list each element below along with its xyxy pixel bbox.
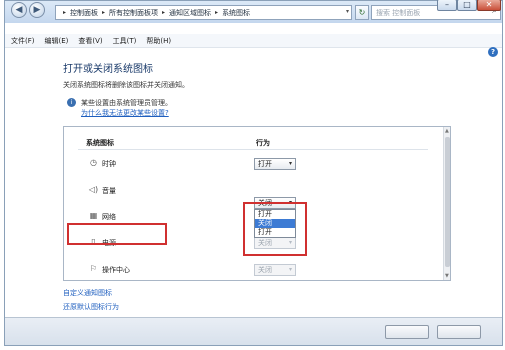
minimize-button[interactable]: – bbox=[437, 0, 457, 11]
scroll-down-icon[interactable]: ▼ bbox=[445, 273, 449, 279]
chevron-down-icon: ▾ bbox=[288, 199, 292, 206]
action-center-behavior-select: 关闭 ▾ bbox=[254, 264, 296, 276]
menu-tools[interactable]: 工具(T) bbox=[113, 36, 137, 46]
back-button[interactable]: ◀ bbox=[11, 2, 27, 18]
chevron-down-icon: ▾ bbox=[288, 160, 292, 167]
breadcrumb-separator-icon: ▸ bbox=[162, 9, 166, 16]
chevron-down-icon: ▾ bbox=[288, 239, 292, 246]
dropdown-option-off[interactable]: 关闭 bbox=[255, 219, 295, 228]
power-icon: ▯ bbox=[91, 237, 96, 246]
breadcrumb-root-icon: ▸ bbox=[63, 9, 67, 16]
column-header-system-icon: 系统图标 bbox=[86, 139, 114, 147]
clock-behavior-select[interactable]: 打开 ▾ bbox=[254, 158, 296, 170]
refresh-button[interactable]: ↻ bbox=[355, 5, 369, 20]
power-behavior-select: 关闭 ▾ bbox=[254, 237, 296, 249]
scroll-up-icon[interactable]: ▲ bbox=[445, 128, 449, 134]
clock-behavior-value: 打开 bbox=[258, 160, 272, 168]
menu-bar: 文件(F) 编辑(E) 查看(V) 工具(T) 帮助(H) bbox=[5, 34, 502, 48]
address-dropdown-icon[interactable]: ▾ bbox=[346, 8, 349, 15]
action-center-behavior-value: 关闭 bbox=[258, 266, 272, 274]
breadcrumb-item[interactable]: 通知区域图标 bbox=[169, 8, 211, 18]
row-label-volume: 音量 bbox=[102, 187, 116, 195]
control-panel-window: ◀ ▶ ▸ 控制面板 ▸ 所有控制面板项 ▸ 通知区域图标 ▸ 系统图标 ▾ ↻… bbox=[4, 0, 503, 346]
system-icons-list: 系统图标 行为 ◷ 时钟 打开 ▾ ◁) 音量 关闭 ▾ 打开 关闭 打开 ▦ … bbox=[63, 126, 451, 281]
row-label-clock: 时钟 bbox=[102, 160, 116, 168]
page-title: 打开或关闭系统图标 bbox=[63, 64, 153, 75]
main-content: 打开或关闭系统图标 关闭系统图标将删除该图标并关闭通知。 i 某些设置由系统管理… bbox=[5, 48, 502, 318]
row-label-power: 电源 bbox=[102, 239, 116, 247]
menu-view[interactable]: 查看(V) bbox=[78, 36, 102, 46]
dropdown-option-on[interactable]: 打开 bbox=[255, 210, 295, 219]
bottom-button-bar bbox=[5, 317, 502, 345]
maximize-button[interactable]: □ bbox=[457, 0, 477, 11]
volume-behavior-dropdown[interactable]: 打开 关闭 打开 bbox=[254, 209, 296, 238]
admin-shield-icon: i bbox=[67, 98, 76, 107]
clock-icon: ◷ bbox=[90, 158, 97, 167]
power-behavior-value: 关闭 bbox=[258, 239, 272, 247]
title-bar: ◀ ▶ ▸ 控制面板 ▸ 所有控制面板项 ▸ 通知区域图标 ▸ 系统图标 ▾ ↻… bbox=[5, 0, 502, 23]
ok-button[interactable] bbox=[385, 325, 429, 339]
action-center-icon: ⚐ bbox=[89, 264, 98, 273]
volume-behavior-select[interactable]: 关闭 ▾ bbox=[254, 197, 296, 209]
address-bar[interactable]: ▸ 控制面板 ▸ 所有控制面板项 ▸ 通知区域图标 ▸ 系统图标 ▾ bbox=[55, 5, 352, 20]
breadcrumb-item[interactable]: 系统图标 bbox=[222, 8, 250, 18]
menu-help[interactable]: 帮助(H) bbox=[146, 36, 171, 46]
breadcrumb-separator-icon: ▸ bbox=[215, 9, 219, 16]
volume-icon: ◁) bbox=[88, 185, 99, 194]
breadcrumb-item[interactable]: 控制面板 bbox=[70, 8, 98, 18]
cancel-button[interactable] bbox=[437, 325, 481, 339]
why-cant-change-link[interactable]: 为什么我无法更改某些设置? bbox=[81, 108, 169, 118]
header-divider bbox=[78, 149, 428, 150]
row-label-action-center: 操作中心 bbox=[102, 266, 130, 274]
forward-button[interactable]: ▶ bbox=[29, 2, 45, 18]
restore-default-icon-behaviors-link[interactable]: 还原默认图标行为 bbox=[63, 302, 119, 312]
scrollbar-thumb[interactable] bbox=[445, 137, 450, 267]
search-placeholder: 搜索 控制面板 bbox=[376, 9, 421, 17]
dropdown-option-on-alt[interactable]: 打开 bbox=[255, 228, 295, 237]
chevron-down-icon: ▾ bbox=[288, 266, 292, 273]
list-scrollbar[interactable]: ▲ ▼ bbox=[443, 127, 450, 280]
network-icon: ▦ bbox=[89, 211, 98, 220]
breadcrumb-item[interactable]: 所有控制面板项 bbox=[109, 8, 158, 18]
customize-notification-icons-link[interactable]: 自定义通知图标 bbox=[63, 288, 112, 298]
page-description: 关闭系统图标将删除该图标并关闭通知。 bbox=[63, 81, 189, 89]
close-button[interactable]: ✕ bbox=[477, 0, 501, 11]
volume-behavior-value: 关闭 bbox=[258, 199, 272, 207]
menu-file[interactable]: 文件(F) bbox=[11, 36, 35, 46]
column-header-behavior: 行为 bbox=[256, 139, 270, 147]
breadcrumb-separator-icon: ▸ bbox=[102, 9, 106, 16]
row-label-network: 网络 bbox=[102, 213, 116, 221]
menu-edit[interactable]: 编辑(E) bbox=[45, 36, 69, 46]
admin-warning-text: 某些设置由系统管理员管理。 bbox=[81, 99, 172, 107]
